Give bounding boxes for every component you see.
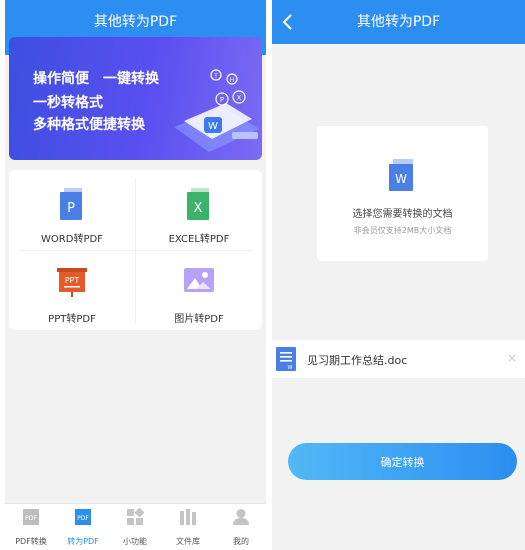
page-title: 其他转为PDF	[356, 14, 441, 30]
nav-label: 我的	[233, 537, 249, 546]
nav-to-pdf[interactable]: PDF 转为PDF	[57, 508, 109, 547]
doc-file-icon: W	[276, 347, 296, 371]
library-icon	[180, 509, 196, 525]
tool-label: WORD转PDF	[41, 234, 103, 245]
screen-other-to-pdf: 其他转为PDF 操作简便 一键转换 一秒转格式 多种格式便捷转换 W T H P…	[5, 0, 266, 550]
nav-label: 小功能	[123, 537, 147, 546]
image-to-pdf-button[interactable]: 图片转PDF	[136, 250, 262, 330]
svg-text:PDF: PDF	[25, 515, 37, 522]
banner-line-2: 一秒转格式	[33, 95, 103, 111]
svg-text:P: P	[67, 201, 75, 216]
nav-label: 转为PDF	[67, 537, 99, 546]
promo-banner[interactable]: 操作简便 一键转换 一秒转格式 多种格式便捷转换 W T H P X	[9, 37, 262, 160]
word-to-pdf-button[interactable]: P WORD转PDF	[9, 170, 135, 250]
remove-file-icon[interactable]: ×	[507, 351, 517, 365]
banner-line-1: 操作简便 一键转换	[33, 71, 159, 87]
svg-text:W: W	[288, 365, 293, 371]
pdf-blue-icon: PDF	[75, 509, 91, 525]
tool-label: EXCEL转PDF	[168, 234, 230, 245]
nav-pdf-convert[interactable]: PDF PDF转换	[5, 508, 57, 547]
banner-line-3: 多种格式便捷转换	[33, 117, 145, 133]
excel-file-icon: X	[187, 188, 209, 220]
nav-profile[interactable]: 我的	[215, 508, 266, 547]
tool-label: PPT转PDF	[48, 314, 96, 325]
tool-label: 图片转PDF	[174, 314, 224, 325]
confirm-convert-button[interactable]: 确定转换	[288, 443, 517, 480]
image-file-icon	[184, 268, 214, 292]
bottom-navigation: PDF PDF转换 PDF 转为PDF 小功能 文件库 我的	[5, 503, 266, 550]
pdf-doc-icon: PDF	[23, 509, 39, 525]
excel-to-pdf-button[interactable]: X EXCEL转PDF	[136, 170, 262, 250]
nav-label: PDF转换	[15, 537, 47, 546]
nav-tools[interactable]: 小功能	[109, 507, 161, 547]
user-icon	[233, 509, 249, 525]
conversion-tools-grid: P WORD转PDF X EXCEL转PDF PPT PPT转PDF 图片转PD…	[9, 170, 262, 330]
select-document-title: 选择您需要转换的文档	[352, 209, 453, 220]
svg-text:T: T	[213, 73, 218, 80]
svg-text:W: W	[208, 121, 218, 132]
screen-select-document: 其他转为PDF W 选择您需要转换的文档 非会员仅支持2MB大小文档 W 见习期…	[272, 0, 525, 550]
file-name: 见习期工作总结.doc	[307, 354, 408, 367]
svg-text:W: W	[395, 172, 407, 186]
svg-text:X: X	[237, 94, 242, 102]
header-bar: 其他转为PDF	[272, 0, 525, 44]
svg-text:P: P	[220, 96, 224, 104]
svg-text:H: H	[230, 77, 235, 84]
ppt-file-icon: PPT	[57, 268, 87, 297]
word-document-icon: W	[389, 159, 413, 191]
selected-file-row[interactable]: W 见习期工作总结.doc ×	[272, 340, 525, 378]
select-document-card[interactable]: W 选择您需要转换的文档 非会员仅支持2MB大小文档	[317, 126, 488, 261]
nav-label: 文件库	[176, 537, 200, 546]
nav-library[interactable]: 文件库	[162, 508, 214, 547]
size-limit-note: 非会员仅支持2MB大小文档	[353, 226, 452, 235]
banner-illustration: W T H P X	[174, 69, 259, 152]
svg-text:PDF: PDF	[77, 515, 89, 522]
svg-text:X: X	[194, 201, 203, 216]
word-file-icon: P	[60, 188, 82, 220]
svg-text:PPT: PPT	[65, 276, 80, 285]
apps-icon	[127, 507, 145, 525]
ppt-to-pdf-button[interactable]: PPT PPT转PDF	[9, 250, 135, 330]
page-title: 其他转为PDF	[93, 14, 178, 30]
